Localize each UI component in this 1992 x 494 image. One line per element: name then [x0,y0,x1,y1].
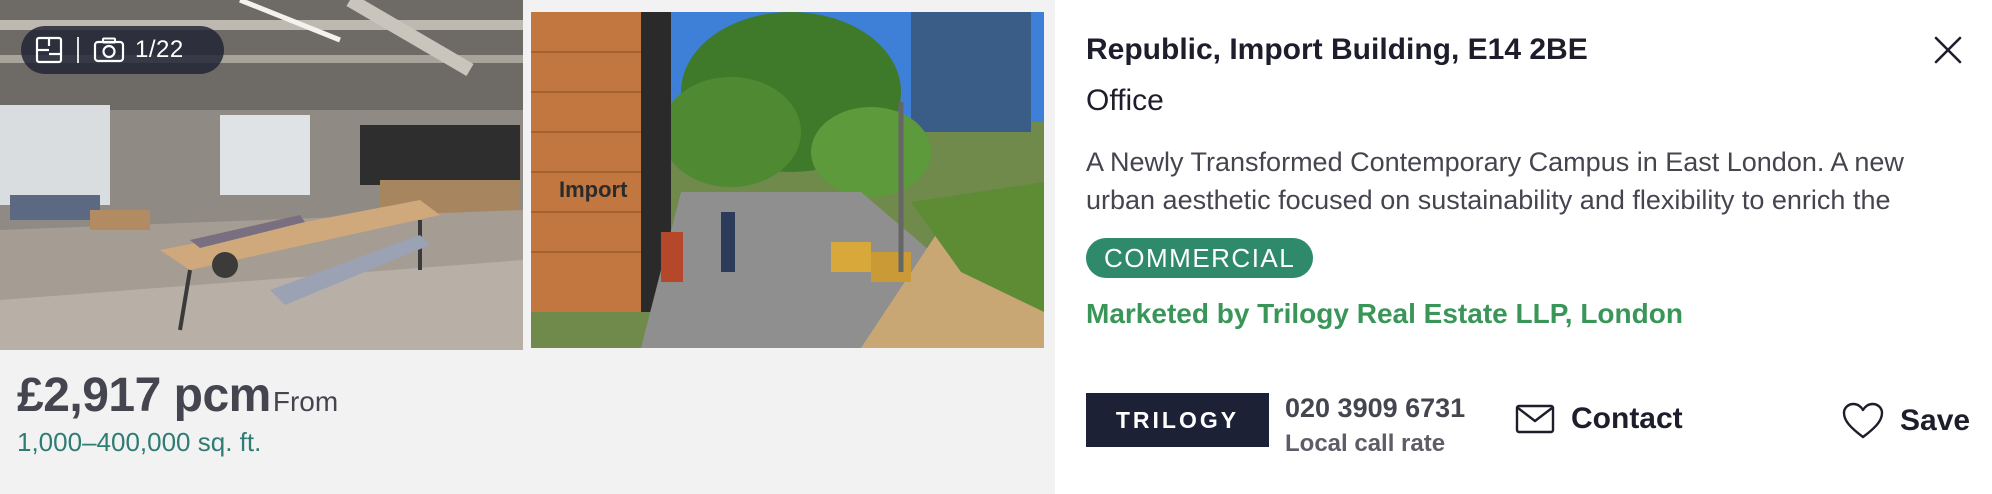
import-sign-text: Import [559,177,628,202]
agent-logo-text: TRILOGY [1115,406,1240,433]
listing-description: A Newly Transformed Contemporary Campus … [1086,147,1904,215]
exterior-photo-image: Import [531,12,1044,348]
phone-number[interactable]: 020 3909 6731 [1285,393,1465,424]
photo-counter: 1/22 [135,36,184,63]
contact-label: Contact [1571,402,1683,435]
camera-icon [93,37,125,63]
listing-title[interactable]: Republic, Import Building, E14 2BE [1086,33,1588,67]
listing-photo-exterior[interactable]: Import [531,12,1044,348]
envelope-icon [1515,404,1555,434]
contact-button[interactable]: Contact [1515,402,1683,436]
commercial-badge: COMMERCIAL [1086,238,1314,278]
heart-icon [1842,402,1884,439]
price-row: £2,917 pcm From [17,368,338,423]
property-type: Office [1086,84,1164,117]
photos-button[interactable] [93,37,125,63]
marketed-by-link[interactable]: Marketed by Trilogy Real Estate LLP, Lon… [1086,298,1683,330]
phone-note: Local call rate [1285,430,1446,457]
close-button[interactable] [1928,30,1968,70]
media-panel: Import 1/22 £2,917 pcm From 1,000–400,00… [0,0,1055,494]
listing-details: Republic, Import Building, E14 2BE Offic… [1055,0,1992,494]
pill-divider [77,37,79,63]
agent-phone[interactable]: 020 3909 6731 Local call rate [1285,393,1465,458]
price-qualifier: From [272,386,339,417]
close-icon [1934,36,1962,64]
agent-logo[interactable]: TRILOGY [1086,393,1269,447]
save-label: Save [1900,404,1971,437]
price-block: £2,917 pcm From 1,000–400,000 sq. ft. [17,368,338,458]
floorplan-icon [35,36,63,64]
floorplan-button[interactable] [35,36,63,64]
size-range: 1,000–400,000 sq. ft. [17,427,262,457]
price: £2,917 pcm [17,369,271,422]
gallery-controls: 1/22 [21,26,224,74]
save-button[interactable]: Save [1842,402,1970,440]
